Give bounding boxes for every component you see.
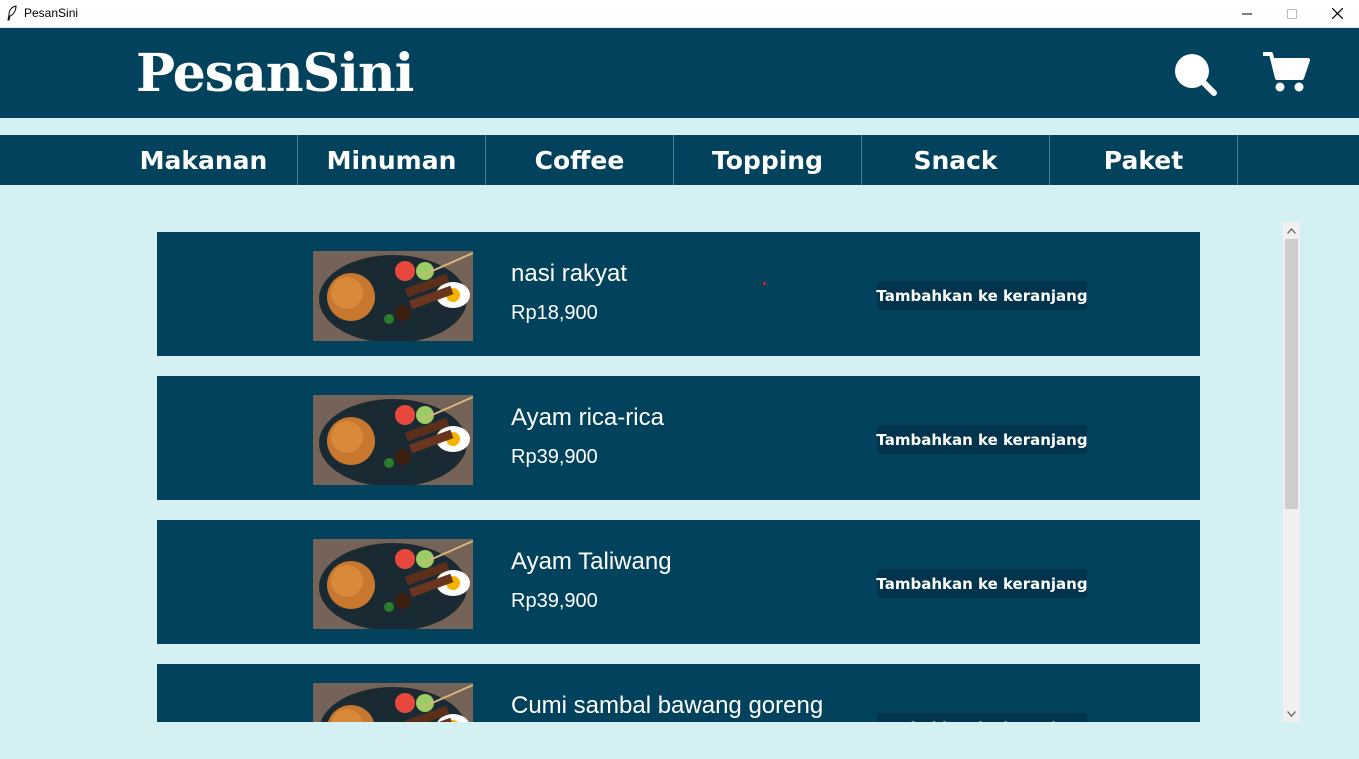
food-image <box>313 539 473 629</box>
search-button[interactable] <box>1172 51 1218 97</box>
maximize-icon <box>1287 8 1297 19</box>
window-title: PesanSini <box>24 6 79 20</box>
scroll-down-button[interactable] <box>1283 705 1300 722</box>
item-name: Cumi sambal bawang goreng <box>511 692 824 719</box>
chevron-up-icon <box>1287 227 1296 234</box>
app-header: PesanSini <box>0 28 1359 118</box>
close-icon <box>1331 8 1343 19</box>
minimize-button[interactable] <box>1224 0 1270 27</box>
nav-item-coffee[interactable]: Coffee <box>486 135 674 185</box>
chevron-down-icon <box>1287 710 1296 717</box>
scroll-thumb[interactable] <box>1285 239 1298 509</box>
menu-item-card: Cumi sambal bawang goreng Tambahkan ke k… <box>157 664 1200 722</box>
add-to-cart-button[interactable]: Tambahkan ke keranjang <box>876 281 1088 310</box>
feather-icon <box>7 5 17 21</box>
app-logo[interactable]: PesanSini <box>136 44 414 104</box>
search-icon <box>1175 54 1217 96</box>
food-image <box>313 251 473 341</box>
close-button[interactable] <box>1314 0 1359 27</box>
food-image <box>313 683 473 722</box>
cart-icon <box>1263 52 1310 92</box>
nav-item-topping[interactable]: Topping <box>674 135 862 185</box>
item-name: nasi rakyat <box>511 260 628 287</box>
add-to-cart-button[interactable]: Tambahkan ke keranjang <box>876 569 1088 598</box>
scroll-up-button[interactable] <box>1283 222 1300 239</box>
vertical-scrollbar[interactable] <box>1283 222 1300 722</box>
menu-item-card: Ayam rica-rica Rp39,900 Tambahkan ke ker… <box>157 376 1200 500</box>
cursor-dot <box>763 282 766 285</box>
nav-item-snack[interactable]: Snack <box>862 135 1050 185</box>
cart-button[interactable] <box>1262 51 1310 93</box>
item-name: Ayam rica-rica <box>511 404 664 431</box>
menu-list[interactable]: nasi rakyat Rp18,900 Tambahkan ke keranj… <box>157 222 1200 722</box>
add-to-cart-button[interactable]: Tambahkan ke keranjang <box>876 425 1088 454</box>
item-name: Ayam Taliwang <box>511 548 672 575</box>
nav-item-makanan[interactable]: Makanan <box>110 135 298 185</box>
nav-item-paket[interactable]: Paket <box>1050 135 1238 185</box>
window-titlebar: PesanSini <box>0 0 1359 28</box>
category-nav: Makanan Minuman Coffee Topping Snack Pak… <box>0 135 1359 185</box>
item-price: Rp39,900 <box>511 446 598 468</box>
menu-item-card: Ayam Taliwang Rp39,900 Tambahkan ke kera… <box>157 520 1200 644</box>
food-image <box>313 395 473 485</box>
item-price: Rp39,900 <box>511 590 598 612</box>
item-price: Rp18,900 <box>511 302 598 324</box>
menu-item-card: nasi rakyat Rp18,900 Tambahkan ke keranj… <box>157 232 1200 356</box>
maximize-button[interactable] <box>1269 0 1315 27</box>
minimize-icon <box>1242 13 1252 14</box>
add-to-cart-button[interactable]: Tambahkan ke keranjang <box>876 713 1088 722</box>
nav-item-minuman[interactable]: Minuman <box>298 135 486 185</box>
